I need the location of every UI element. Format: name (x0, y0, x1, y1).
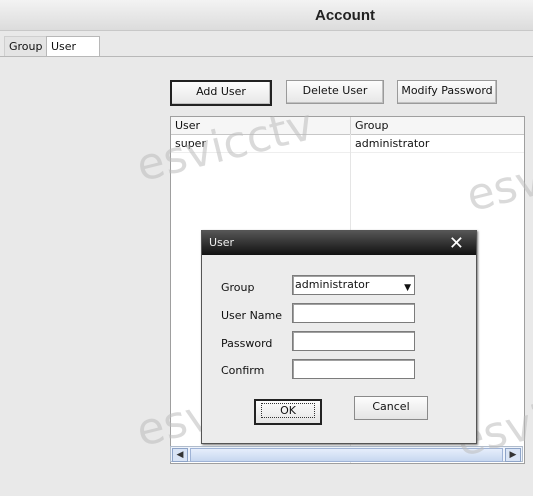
confirm-field[interactable] (292, 359, 415, 379)
ok-button[interactable]: OK (254, 399, 322, 425)
scroll-right-icon[interactable]: ▶ (505, 448, 521, 462)
column-header-group[interactable]: Group (351, 117, 524, 134)
password-field[interactable] (292, 331, 415, 351)
modify-password-button[interactable]: Modify Password (397, 80, 497, 104)
password-label: Password (221, 337, 273, 350)
chevron-down-icon[interactable]: ▼ (404, 279, 411, 297)
table-header: User Group (171, 117, 524, 135)
group-select-value: administrator (295, 278, 370, 291)
horizontal-scrollbar[interactable]: ◀ ▶ (170, 446, 523, 462)
group-select[interactable]: administrator ▼ (292, 275, 415, 295)
group-label: Group (221, 281, 255, 294)
username-field[interactable] (292, 303, 415, 323)
cancel-button[interactable]: Cancel (354, 396, 428, 420)
close-icon[interactable]: ✕ (449, 233, 464, 254)
table-row[interactable]: super administrator (171, 135, 524, 153)
column-header-user[interactable]: User (171, 117, 351, 134)
dialog-titlebar: User ✕ (202, 231, 476, 255)
add-user-button[interactable]: Add User (170, 80, 272, 106)
page-title: Account (315, 7, 375, 24)
cell-user: super (171, 135, 351, 152)
confirm-label: Confirm (221, 364, 265, 377)
tab-group[interactable]: Group (4, 36, 52, 56)
tab-bar: Group User (0, 36, 533, 57)
window-titlebar: Account (0, 0, 533, 31)
scroll-left-icon[interactable]: ◀ (172, 448, 188, 462)
dialog-title: User (209, 236, 235, 249)
username-label: User Name (221, 309, 283, 322)
scroll-thumb[interactable] (190, 448, 503, 462)
delete-user-button[interactable]: Delete User (286, 80, 384, 104)
ok-label: OK (261, 403, 315, 418)
user-dialog: User ✕ Group administrator ▼ User Name P… (201, 230, 477, 444)
tab-user[interactable]: User (46, 36, 100, 56)
cell-group: administrator (355, 137, 430, 150)
